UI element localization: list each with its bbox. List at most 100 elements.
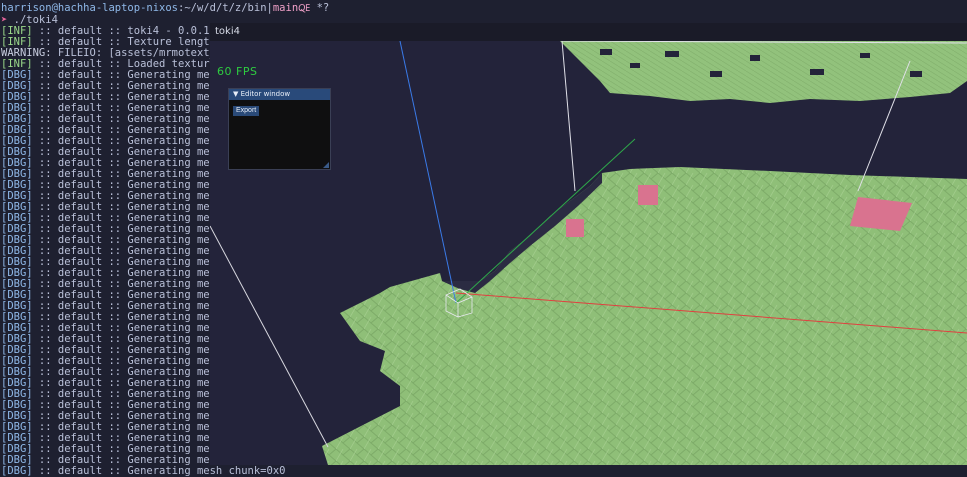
log-level-tag: [DBG] bbox=[1, 81, 33, 92]
log-level-tag: [INF] bbox=[1, 26, 33, 37]
log-message: :: default :: Generating mesh bbox=[32, 224, 223, 235]
log-level-tag: [DBG] bbox=[1, 444, 33, 455]
log-level-tag: [DBG] bbox=[1, 70, 33, 81]
log-level-tag: [DBG] bbox=[1, 279, 33, 290]
prompt-dirty-marker: *? bbox=[310, 2, 330, 14]
log-level-tag: [DBG] bbox=[1, 466, 33, 477]
command-text: ./toki4 bbox=[7, 14, 58, 26]
log-message: :: default :: Generating mesh bbox=[32, 378, 223, 389]
log-level-tag: [DBG] bbox=[1, 400, 33, 411]
log-message: :: default :: Generating mesh bbox=[32, 433, 223, 444]
window-title: toki4 bbox=[215, 26, 240, 37]
git-branch-icon: 🜀 bbox=[298, 2, 311, 14]
editor-window[interactable]: ▼ Editor window Export bbox=[228, 88, 331, 170]
log-message: :: default :: Generating mesh bbox=[32, 257, 223, 268]
log-level-tag: [DBG] bbox=[1, 125, 33, 136]
log-message: :: default :: Generating mesh bbox=[32, 202, 223, 213]
log-message: :: default :: Generating mesh bbox=[32, 180, 223, 191]
log-message: :: default :: Generating mesh bbox=[32, 422, 223, 433]
pink-cube bbox=[566, 219, 584, 237]
log-level-tag: [DBG] bbox=[1, 301, 33, 312]
log-level-tag: [DBG] bbox=[1, 103, 33, 114]
log-level-tag: [DBG] bbox=[1, 257, 33, 268]
log-message: :: default :: Generating mesh bbox=[32, 279, 223, 290]
log-message: :: default :: Generating mesh bbox=[32, 356, 223, 367]
log-level-tag: [DBG] bbox=[1, 224, 33, 235]
log-level-tag: [INF] bbox=[1, 37, 33, 48]
log-message: :: default :: Generating mesh bbox=[32, 81, 223, 92]
editor-window-header[interactable]: ▼ Editor window bbox=[229, 89, 330, 100]
log-level-tag: [DBG] bbox=[1, 114, 33, 125]
log-level-tag: [DBG] bbox=[1, 334, 33, 345]
log-level-tag: [DBG] bbox=[1, 290, 33, 301]
log-level-tag: [DBG] bbox=[1, 191, 33, 202]
log-level-tag: [DBG] bbox=[1, 169, 33, 180]
log-message: :: default :: Generating mesh bbox=[32, 103, 223, 114]
log-level-tag: [DBG] bbox=[1, 389, 33, 400]
export-button[interactable]: Export bbox=[233, 106, 260, 116]
log-message: :: default :: Generating mesh bbox=[32, 455, 223, 466]
editor-window-title: Editor window bbox=[240, 90, 291, 98]
log-level-tag: [DBG] bbox=[1, 356, 33, 367]
log-level-tag: [DBG] bbox=[1, 147, 33, 158]
log-line: [DBG] :: default :: Generating mesh chun… bbox=[1, 466, 967, 477]
log-level-tag: [DBG] bbox=[1, 345, 33, 356]
shell-prompt: harrison@hachha-laptop-nixos:~/w/d/t/z/b… bbox=[1, 3, 329, 14]
log-level-tag: [DBG] bbox=[1, 180, 33, 191]
log-level-tag: [DBG] bbox=[1, 235, 33, 246]
fps-counter: 60 FPS bbox=[217, 65, 258, 78]
log-message: :: default :: Generating mesh bbox=[32, 444, 223, 455]
log-level-tag: [DBG] bbox=[1, 367, 33, 378]
log-message: :: default :: Generating mesh bbox=[32, 169, 223, 180]
log-level-tag: [DBG] bbox=[1, 136, 33, 147]
log-level-tag: [DBG] bbox=[1, 312, 33, 323]
log-message: :: default :: Generating mesh bbox=[32, 246, 223, 257]
log-level-tag: [DBG] bbox=[1, 158, 33, 169]
window-titlebar[interactable]: toki4 bbox=[210, 23, 967, 41]
log-level-tag: [DBG] bbox=[1, 323, 33, 334]
log-message: :: default :: Generating mesh bbox=[32, 213, 223, 224]
log-message: :: default :: Generating mesh bbox=[32, 136, 223, 147]
log-message: :: default :: Generating mesh bbox=[32, 400, 223, 411]
prompt-path: :~/w/d/t/z/bin bbox=[178, 2, 267, 14]
prompt-branch: main bbox=[272, 2, 299, 14]
log-message: :: default :: Generating mesh bbox=[32, 411, 223, 422]
log-message: :: default :: Generating mesh bbox=[32, 70, 223, 81]
log-level-tag: [DBG] bbox=[1, 92, 33, 103]
log-message: :: default :: Texture length is bbox=[32, 37, 235, 48]
log-message: :: default :: Generating mesh bbox=[32, 191, 223, 202]
log-message: :: default :: Generating mesh bbox=[32, 125, 223, 136]
log-level-tag: [DBG] bbox=[1, 378, 33, 389]
log-level-tag: [DBG] bbox=[1, 246, 33, 257]
log-message: :: default :: Generating mesh chunk=0x0 bbox=[32, 466, 286, 477]
log-level-tag: WARNING: bbox=[1, 48, 52, 59]
log-level-tag: [DBG] bbox=[1, 213, 33, 224]
log-message: :: default :: Generating mesh bbox=[32, 312, 223, 323]
log-message: :: default :: Generating mesh bbox=[32, 158, 223, 169]
log-message: :: default :: Generating mesh bbox=[32, 301, 223, 312]
log-message: :: default :: Generating mesh bbox=[32, 345, 223, 356]
log-message: :: default :: Generating mesh bbox=[32, 92, 223, 103]
log-message: :: default :: Generating mesh bbox=[32, 323, 223, 334]
log-message: :: default :: Generating mesh bbox=[32, 268, 223, 279]
log-message: :: default :: Generating mesh bbox=[32, 114, 223, 125]
log-message: :: default :: Loaded textures bbox=[32, 59, 223, 70]
3d-viewport[interactable]: 60 FPS ▼ Editor window Export bbox=[210, 40, 967, 465]
prompt-user-host: harrison@hachha-laptop-nixos bbox=[1, 2, 179, 14]
log-level-tag: [INF] bbox=[1, 59, 33, 70]
log-level-tag: [DBG] bbox=[1, 433, 33, 444]
log-level-tag: [DBG] bbox=[1, 422, 33, 433]
log-level-tag: [DBG] bbox=[1, 202, 33, 213]
resize-grip-icon[interactable] bbox=[323, 162, 329, 168]
game-window[interactable]: toki4 60 FPS ▼ Editor window Export bbox=[210, 23, 967, 465]
log-message: :: default :: Generating mesh bbox=[32, 235, 223, 246]
collapse-arrow-icon[interactable]: ▼ bbox=[233, 90, 238, 98]
log-message: :: default :: Generating mesh bbox=[32, 290, 223, 301]
command-line: ➤ ./toki4 bbox=[1, 15, 58, 26]
log-level-tag: [DBG] bbox=[1, 411, 33, 422]
log-message: :: default :: Generating mesh bbox=[32, 334, 223, 345]
log-message: :: default :: toki4 - 0.0.1 bbox=[32, 26, 210, 37]
log-message: :: default :: Generating mesh bbox=[32, 389, 223, 400]
log-message: :: default :: Generating mesh bbox=[32, 147, 223, 158]
log-message: FILEIO: [assets/mrmotext_ex bbox=[51, 48, 229, 59]
